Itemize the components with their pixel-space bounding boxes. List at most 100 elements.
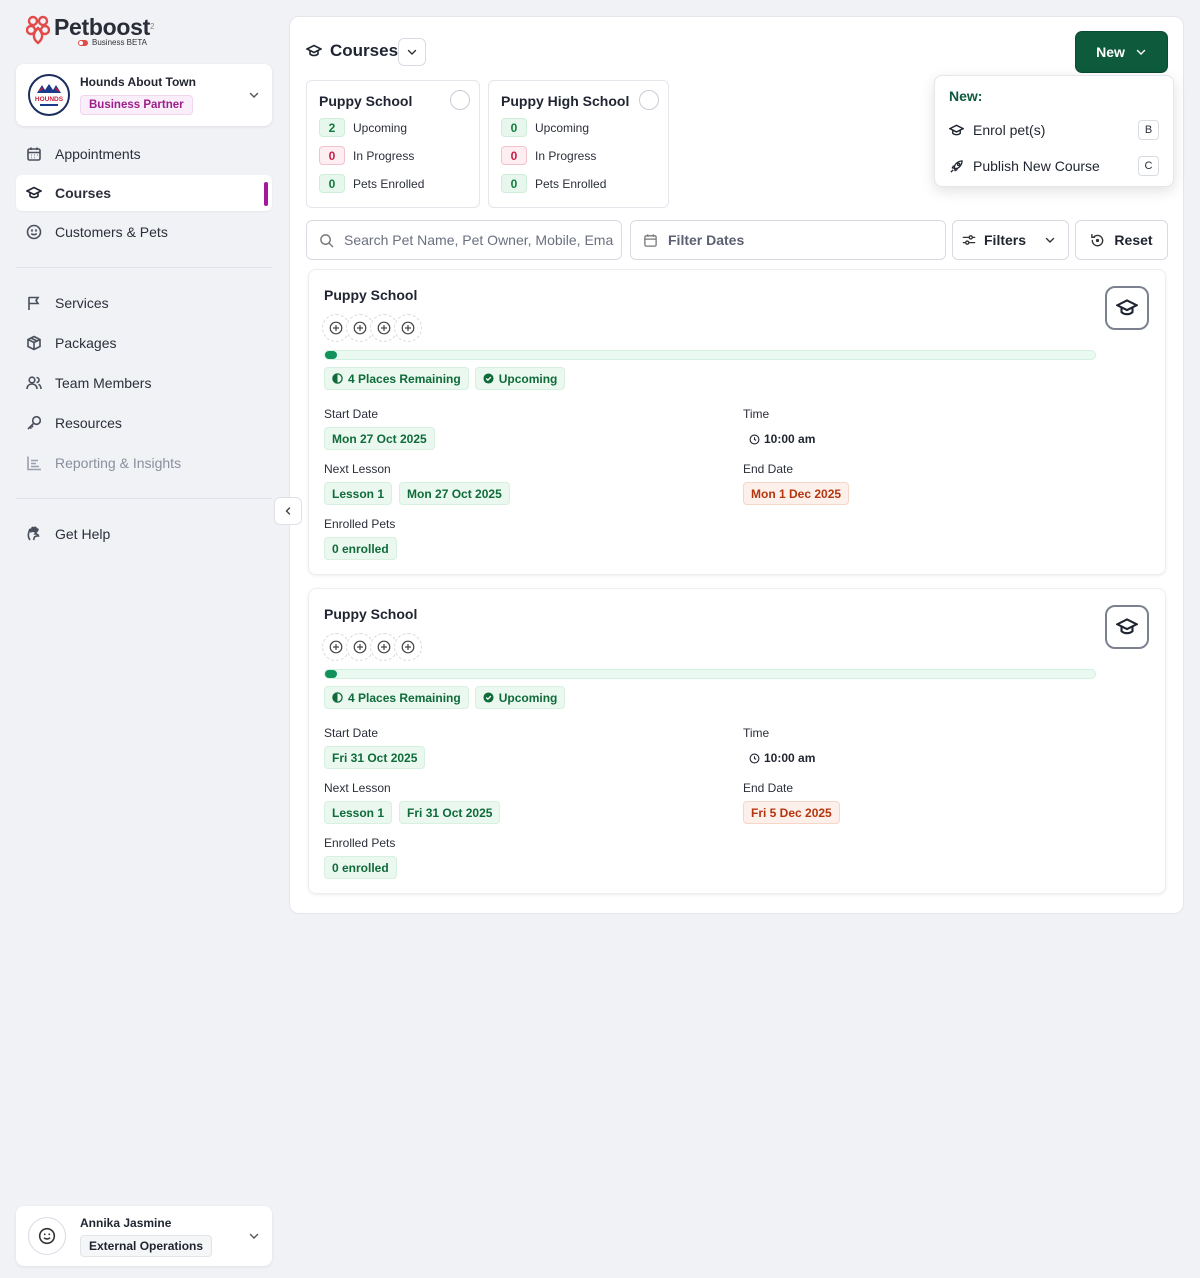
filters-label: Filters	[984, 232, 1027, 248]
new-menu: New: Enrol pet(s) B Publish New Course C	[934, 75, 1174, 187]
collapse-sidebar-button[interactable]	[274, 497, 302, 525]
start-date-label: Start Date	[324, 726, 379, 740]
sidebar-item-packages[interactable]: Packages	[16, 325, 272, 361]
start-date-value: Fri 31 Oct 2025	[324, 746, 426, 769]
half-circle-icon	[332, 373, 343, 384]
search-input[interactable]	[344, 232, 614, 248]
in-progress-count: 0	[319, 146, 345, 165]
paw-logo-icon	[26, 15, 50, 45]
plus-circle-icon	[329, 640, 343, 654]
business-name: Hounds About Town	[80, 75, 196, 89]
filters-button[interactable]: Filters	[952, 220, 1069, 260]
new-button[interactable]: New	[1076, 32, 1167, 72]
graduation-cap-icon	[949, 124, 964, 135]
time-label: Time	[743, 726, 770, 740]
plus-circle-icon	[401, 640, 415, 654]
capacity-progress-bar	[324, 350, 1096, 360]
graduation-cap-icon	[306, 44, 322, 57]
end-date-value: Fri 5 Dec 2025	[743, 801, 840, 824]
next-lesson-name: Lesson 1	[324, 801, 393, 824]
enrolled-pets-label: Enrolled Pets	[324, 836, 396, 850]
start-date-value: Mon 27 Oct 2025	[324, 427, 435, 450]
stat-label: Pets Enrolled	[535, 176, 607, 191]
time-value: 10:00 am	[749, 751, 815, 765]
business-logo: HOUNDS	[28, 74, 70, 116]
help-hand-icon	[27, 526, 40, 541]
sidebar-item-label: Reporting & Insights	[55, 455, 182, 471]
enrolled-pets-label: Enrolled Pets	[324, 517, 396, 531]
sidebar-item-resources[interactable]: Resources	[16, 405, 272, 441]
add-pet-slot[interactable]	[394, 633, 422, 661]
upcoming-count: 0	[501, 118, 527, 137]
sidebar-item-services[interactable]: Services	[16, 285, 272, 321]
stat-label: Upcoming	[535, 120, 590, 135]
sliders-icon	[962, 235, 976, 245]
course-type-dropdown[interactable]	[398, 38, 426, 66]
chart-icon	[27, 456, 41, 471]
stat-label: Upcoming	[353, 120, 408, 135]
calendar-icon	[644, 233, 657, 247]
shortcut-key: B	[1138, 120, 1159, 140]
sidebar-item-label: Packages	[55, 335, 117, 351]
add-pet-slot[interactable]	[394, 314, 422, 342]
sidebar-item-reporting[interactable]: Reporting & Insights	[16, 445, 272, 481]
next-lesson-date: Mon 27 Oct 2025	[399, 482, 510, 505]
stat-card-radio[interactable]	[639, 90, 659, 110]
menu-item-publish-course[interactable]: Publish New Course C	[949, 148, 1159, 184]
sidebar-item-team-members[interactable]: Team Members	[16, 365, 272, 401]
flag-icon	[28, 296, 40, 310]
chevron-down-icon	[407, 49, 417, 55]
sidebar-item-label: Appointments	[55, 146, 141, 162]
search-field[interactable]	[306, 220, 622, 260]
brand-name: Petboost	[54, 14, 150, 40]
course-card[interactable]: Puppy School 4 Places Remaining Upcoming…	[308, 588, 1166, 894]
stat-enrolled: 0 Pets Enrolled	[319, 174, 467, 193]
stat-label: Pets Enrolled	[353, 176, 425, 191]
course-icon-button[interactable]	[1105, 286, 1149, 330]
sidebar-item-label: Resources	[55, 415, 122, 431]
progress-fill	[325, 351, 337, 359]
brand-superscript: 2	[150, 22, 155, 31]
sidebar-nav-help: Get Help	[16, 516, 272, 552]
status-text: Upcoming	[498, 690, 558, 705]
course-stat-card[interactable]: Puppy School 2 Upcoming 0 In Progress 0 Pet…	[306, 80, 480, 208]
new-menu-heading: New:	[949, 88, 983, 104]
business-switcher[interactable]: HOUNDS Hounds About Town Business Partne…	[16, 64, 272, 126]
clock-icon	[749, 753, 760, 763]
user-menu[interactable]: Annika Jasmine External Operations	[16, 1206, 272, 1266]
menu-item-enrol-pets[interactable]: Enrol pet(s) B	[949, 112, 1159, 148]
key-icon	[27, 415, 42, 430]
upcoming-count: 2	[319, 118, 345, 137]
smiley-icon	[38, 1227, 56, 1245]
plus-circle-icon	[353, 640, 367, 654]
plus-circle-icon	[377, 640, 391, 654]
stat-label: In Progress	[535, 148, 597, 163]
filter-dates-input[interactable]: Filter Dates	[630, 220, 946, 260]
sidebar-item-customers-pets[interactable]: Customers & Pets	[16, 214, 272, 250]
beta-toggle-icon	[78, 39, 88, 46]
course-icon-button[interactable]	[1105, 605, 1149, 649]
sidebar-item-label: Team Members	[55, 375, 152, 391]
brand-logo[interactable]: Petboost2 Business BETA	[26, 14, 154, 47]
end-date-label: End Date	[743, 462, 794, 476]
places-text: 4 Places Remaining	[348, 690, 461, 705]
course-card[interactable]: Puppy School 4 Places Remaining Upcoming…	[308, 269, 1166, 575]
reset-button[interactable]: Reset	[1075, 220, 1168, 260]
graduation-cap-icon	[26, 186, 42, 199]
next-lesson-label: Next Lesson	[324, 462, 391, 476]
plus-circle-icon	[401, 321, 415, 335]
places-remaining-badge: 4 Places Remaining	[324, 367, 469, 390]
sidebar-item-get-help[interactable]: Get Help	[16, 516, 272, 552]
course-stat-card[interactable]: Puppy High School 0 Upcoming 0 In Progress…	[488, 80, 669, 208]
sidebar-item-courses[interactable]: Courses	[16, 175, 272, 211]
stat-card-title: Puppy High School	[501, 93, 630, 109]
menu-item-label: Enrol pet(s)	[973, 122, 1046, 138]
sidebar-item-appointments[interactable]: Appointments	[16, 136, 272, 172]
business-logo-text: HOUNDS	[35, 96, 64, 103]
start-date-label: Start Date	[324, 407, 379, 421]
sidebar-item-label: Customers & Pets	[55, 224, 168, 240]
reset-label: Reset	[1114, 232, 1153, 248]
rocket-icon	[950, 159, 963, 173]
stat-upcoming: 0 Upcoming	[501, 118, 656, 137]
stat-card-radio[interactable]	[450, 90, 470, 110]
